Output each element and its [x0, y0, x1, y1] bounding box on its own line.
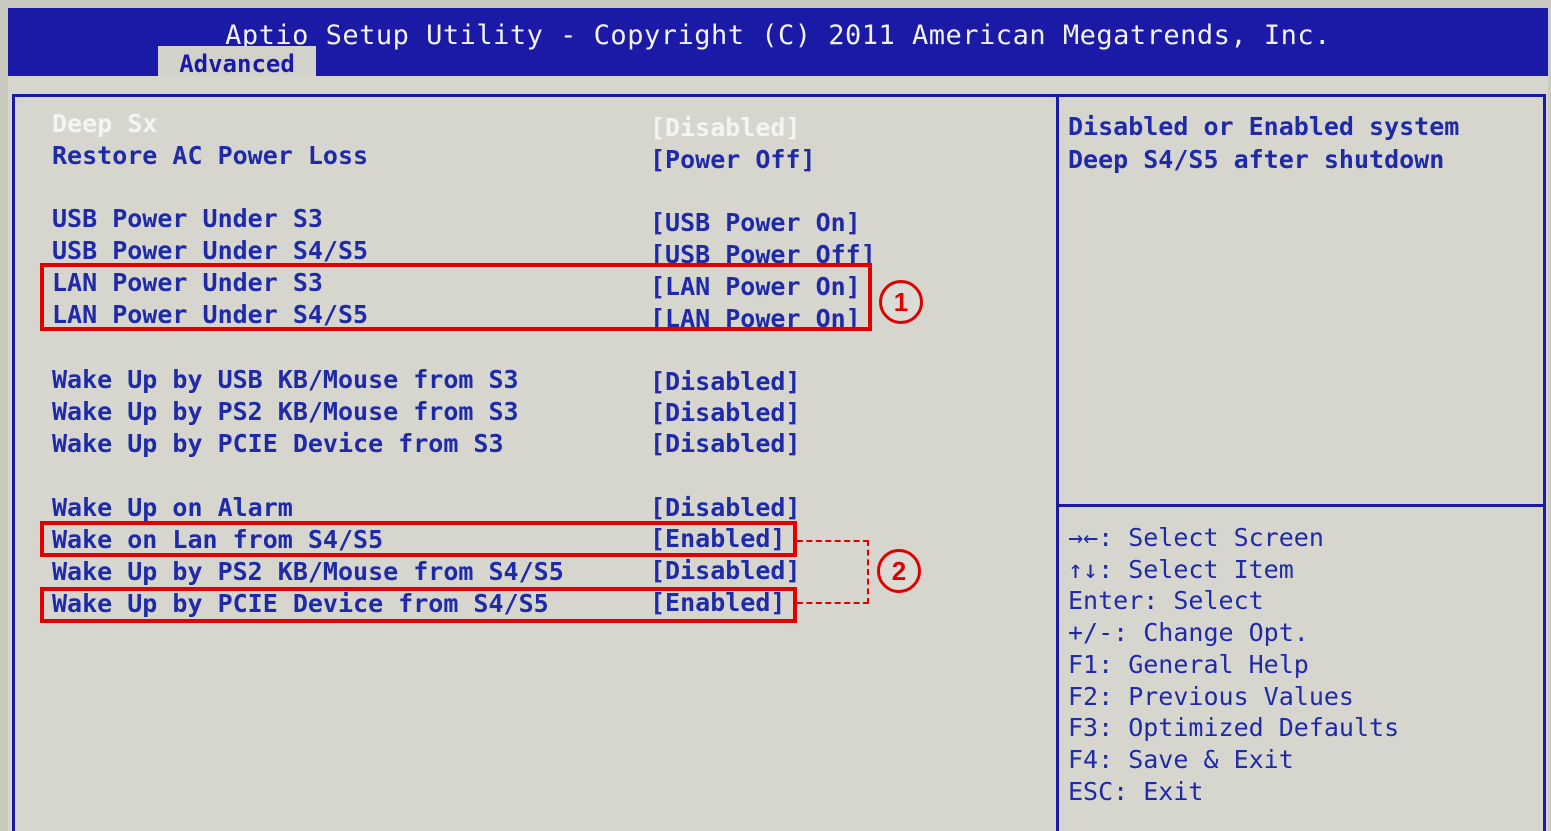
key-help-f1: F1: General Help [1068, 649, 1309, 679]
key-help-select-screen: →←: Select Screen [1068, 523, 1324, 552]
setting-deep-sx-value[interactable]: [Disabled] [650, 113, 801, 142]
setting-usb-power-s4s5-label[interactable]: USB Power Under S4/S5 [52, 236, 368, 265]
key-help-list: →←: Select Screen ↑↓: Select Item Enter:… [1068, 522, 1399, 807]
bios-header: Aptio Setup Utility - Copyright (C) 2011… [8, 8, 1548, 80]
highlight-box-wake-pcie [40, 587, 797, 623]
key-help-enter: Enter: Select [1068, 586, 1264, 616]
setting-wake-usb-s3-label[interactable]: Wake Up by USB KB/Mouse from S3 [52, 365, 519, 394]
annotation-badge-2: 2 [877, 549, 921, 593]
help-line-1: Disabled or Enabled system [1068, 112, 1460, 141]
key-help-change-opt: +/-: Change Opt. [1068, 618, 1309, 648]
setting-restore-ac-power-loss-value[interactable]: [Power Off] [650, 145, 816, 174]
panel-divider [1056, 94, 1059, 831]
setting-wake-alarm-value[interactable]: [Disabled] [650, 493, 801, 522]
help-description: Disabled or Enabled system Deep S4/S5 af… [1068, 110, 1528, 176]
setting-wake-alarm-label[interactable]: Wake Up on Alarm [52, 493, 293, 522]
help-line-2: Deep S4/S5 after shutdown [1068, 145, 1445, 174]
setting-restore-ac-power-loss-label[interactable]: Restore AC Power Loss [52, 141, 368, 170]
key-help-f3: F3: Optimized Defaults [1068, 713, 1400, 743]
setting-usb-power-s3-value[interactable]: [USB Power On] [650, 208, 861, 237]
setting-wake-pcie-s3-value[interactable]: [Disabled] [650, 429, 801, 458]
setting-wake-pcie-s3-label[interactable]: Wake Up by PCIE Device from S3 [52, 429, 504, 458]
setting-wake-usb-s3-value[interactable]: [Disabled] [650, 367, 801, 396]
help-divider [1059, 504, 1546, 507]
setting-wake-ps2-s3-label[interactable]: Wake Up by PS2 KB/Mouse from S3 [52, 397, 519, 426]
setting-usb-power-s3-label[interactable]: USB Power Under S3 [52, 204, 323, 233]
highlight-box-wake-on-lan [40, 521, 797, 557]
setting-deep-sx-label[interactable]: Deep Sx [52, 109, 157, 138]
key-help-esc: ESC: Exit [1068, 776, 1204, 806]
tab-advanced[interactable]: Advanced [158, 46, 316, 80]
key-help-f4: F4: Save & Exit [1068, 744, 1294, 774]
setting-wake-ps2-s3-value[interactable]: [Disabled] [650, 398, 801, 427]
annotation-badge-1: 1 [879, 280, 923, 324]
annotation-connector [797, 540, 869, 604]
setting-wake-ps2-s4s5-label[interactable]: Wake Up by PS2 KB/Mouse from S4/S5 [52, 557, 564, 586]
highlight-box-lan-power [40, 263, 872, 331]
setting-wake-ps2-s4s5-value[interactable]: [Disabled] [650, 556, 801, 585]
key-help-f2: F2: Previous Values [1068, 681, 1354, 711]
key-help-select-item: ↑↓: Select Item [1068, 554, 1294, 584]
